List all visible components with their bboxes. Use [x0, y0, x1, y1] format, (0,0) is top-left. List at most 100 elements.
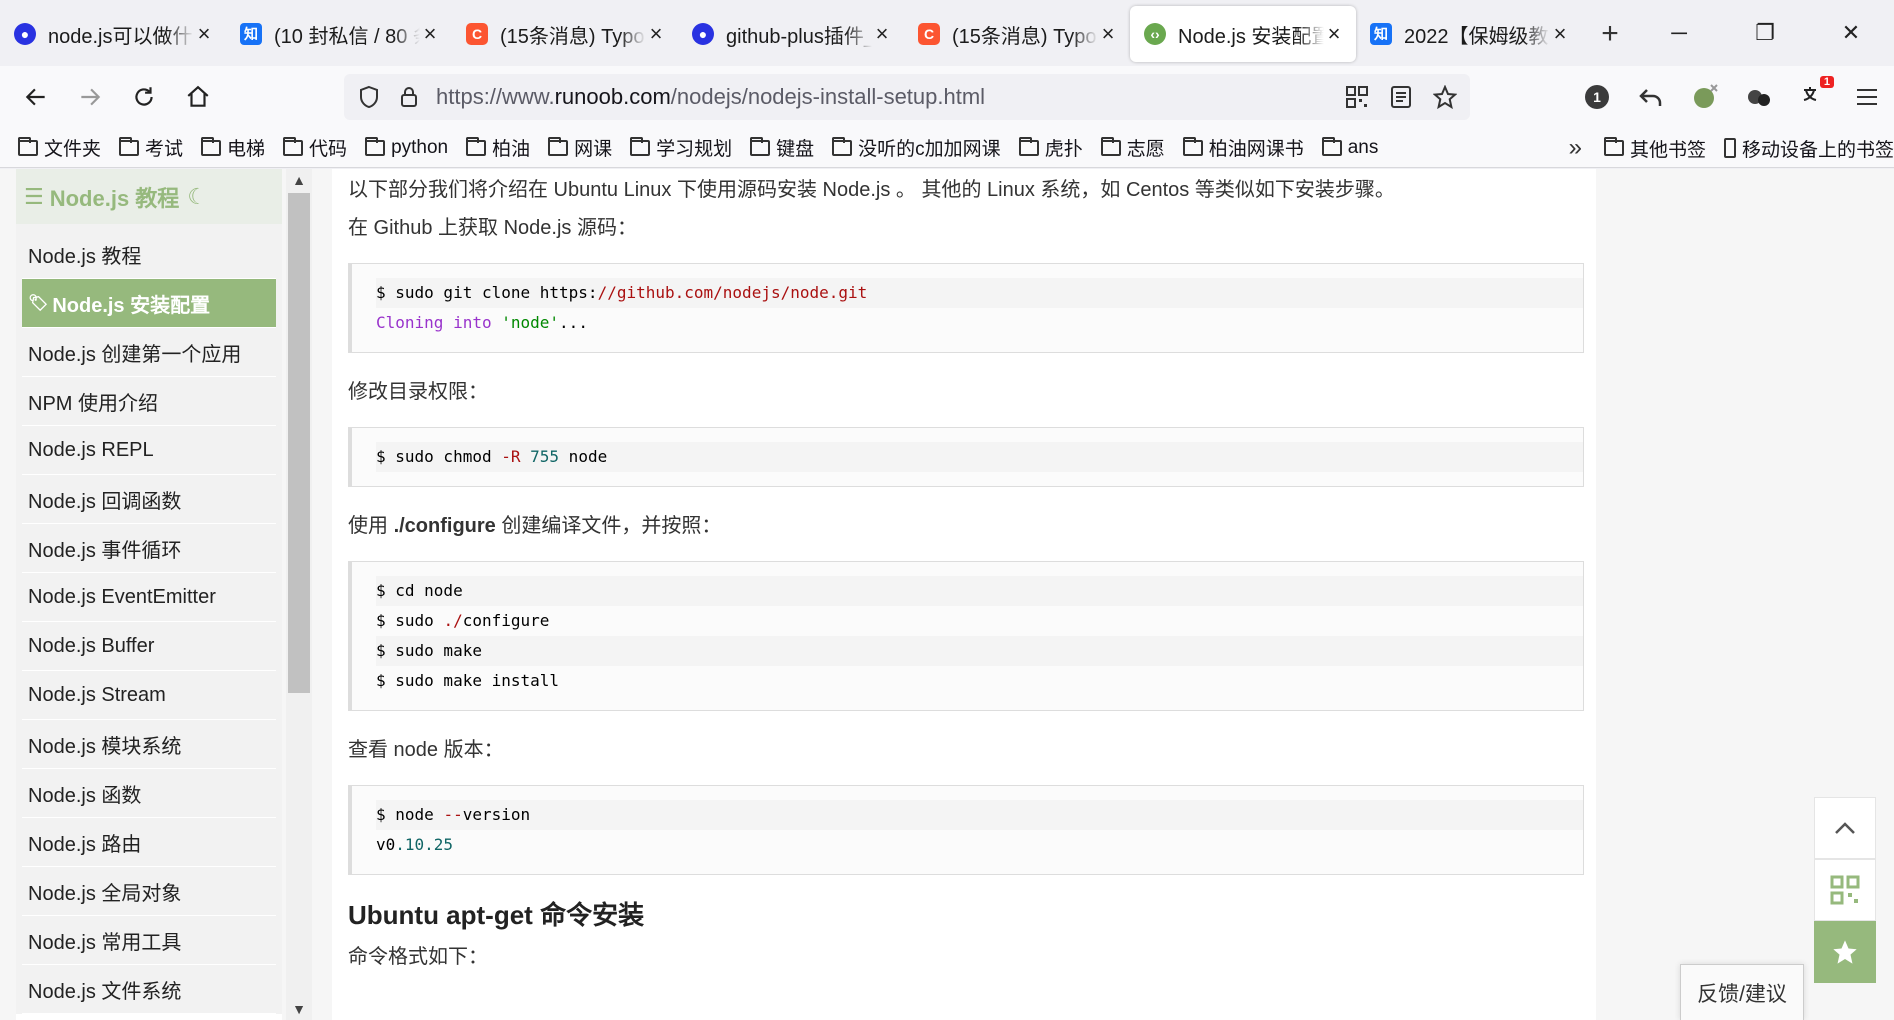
sidebar-item[interactable]: NPM 使用介绍: [22, 377, 276, 426]
bookmark-star-icon[interactable]: [1430, 82, 1460, 112]
close-tab-icon[interactable]: ×: [194, 21, 214, 47]
tab-title: Node.js 安装配置: [1178, 25, 1324, 48]
code-line: $ sudo make install: [376, 671, 560, 690]
dots-icon: [1748, 90, 1770, 106]
sidebar-item[interactable]: Node.js 教程: [22, 230, 276, 279]
tab-3[interactable]: ● github-plus插件_ ×: [678, 6, 904, 62]
favorite-button[interactable]: [1814, 921, 1876, 983]
close-tab-icon[interactable]: ×: [1098, 21, 1118, 47]
tab-1[interactable]: 知 (10 封私信 / 80 条 ×: [226, 6, 452, 62]
close-tab-icon[interactable]: ×: [646, 21, 666, 47]
bookmark-folder[interactable]: 考试: [119, 134, 183, 161]
close-tab-icon[interactable]: ×: [420, 21, 440, 47]
moon-icon[interactable]: ☾: [187, 184, 207, 210]
sidebar-item[interactable]: Node.js REPL: [22, 426, 276, 475]
scroll-up-arrow-icon[interactable]: ▲: [286, 169, 312, 191]
bookmark-folder[interactable]: 志愿: [1100, 134, 1165, 161]
qr-code-icon[interactable]: [1342, 82, 1372, 112]
extension-counter-button[interactable]: 1: [1570, 70, 1624, 124]
back-to-top-button[interactable]: [1814, 797, 1876, 859]
bookmark-folder[interactable]: 柏油网课书: [1182, 134, 1304, 161]
bookmark-label: 学习规划: [656, 139, 733, 160]
csdn-icon: C: [466, 23, 488, 45]
sidebar-item[interactable]: Node.js 回调函数: [22, 475, 276, 524]
sidebar-scrollbar[interactable]: ▲ ▼: [286, 169, 312, 1020]
folder-icon: [18, 136, 38, 156]
bookmark-folder[interactable]: 学习规划: [630, 134, 732, 161]
menu-button[interactable]: [1840, 70, 1894, 124]
scrollbar-thumb[interactable]: [288, 193, 310, 693]
home-button[interactable]: [171, 70, 225, 124]
undo-extension-button[interactable]: [1624, 70, 1678, 124]
globe-extension-button[interactable]: [1678, 70, 1732, 124]
sidebar-item-label: NPM 使用介绍: [28, 392, 158, 415]
close-window-button[interactable]: ✕: [1808, 0, 1894, 66]
tab-2[interactable]: C (15条消息) Typora ×: [452, 6, 678, 62]
bookmark-folder[interactable]: 没听的c加加网课: [832, 134, 1001, 161]
bookmark-folder[interactable]: 键盘: [750, 134, 814, 161]
bookmark-folder[interactable]: 柏油: [466, 134, 530, 161]
bookmark-label: 代码: [309, 139, 348, 160]
tab-0[interactable]: ● node.js可以做什么 ×: [0, 6, 226, 62]
qr-code-button[interactable]: [1814, 859, 1876, 921]
bookmark-label: 文件夹: [44, 139, 102, 160]
bookmark-folder[interactable]: ans: [1321, 136, 1379, 159]
tab-title: (15条消息) Typora: [952, 25, 1098, 48]
chevron-double-right-icon[interactable]: »: [1569, 134, 1582, 162]
code-number: 755: [530, 447, 560, 466]
bookmark-folder[interactable]: 虎扑: [1018, 134, 1083, 161]
bookmark-folder[interactable]: 代码: [283, 134, 347, 161]
bookmark-folder[interactable]: python: [365, 136, 448, 159]
close-tab-icon[interactable]: ×: [1324, 21, 1344, 47]
sidebar-item[interactable]: Node.js 文件系统: [22, 965, 276, 1014]
bookmark-other[interactable]: 其他书签: [1603, 135, 1706, 162]
close-tab-icon[interactable]: ×: [1550, 21, 1570, 47]
intro-text: 以下部分我们将介绍在 Ubuntu Linux 下使用源码安装 Node.js …: [348, 179, 1395, 201]
address-bar[interactable]: https://www.runoob.com/nodejs/nodejs-ins…: [344, 74, 1470, 120]
bookmark-mobile[interactable]: 移动设备上的书签: [1723, 135, 1894, 162]
bookmark-label: 电梯: [227, 139, 266, 160]
sidebar-item[interactable]: Node.js 事件循环: [22, 524, 276, 573]
bookmark-folder[interactable]: 文件夹: [18, 134, 101, 161]
sidebar-item[interactable]: Node.js 路由: [22, 818, 276, 867]
tab-6[interactable]: 知 2022【保姆级教程 ×: [1356, 6, 1582, 62]
url-text[interactable]: https://www.runoob.com/nodejs/nodejs-ins…: [436, 84, 985, 110]
bookmark-folder[interactable]: 电梯: [201, 134, 265, 161]
sidebar-item[interactable]: Node.js 全局对象: [22, 867, 276, 916]
sidebar-item[interactable]: Node.js 函数: [22, 769, 276, 818]
bookmark-label: ans: [1347, 136, 1379, 158]
minimize-button[interactable]: ─: [1636, 0, 1722, 66]
close-tab-icon[interactable]: ×: [872, 21, 892, 47]
feedback-button[interactable]: 反馈/建议: [1680, 964, 1804, 1020]
configure-command: ./configure: [393, 515, 496, 537]
reload-button[interactable]: [117, 70, 171, 124]
chevron-up-icon: [1835, 822, 1855, 834]
sidebar-item[interactable]: Node.js Stream: [22, 671, 276, 720]
back-arrow-icon: [25, 88, 45, 106]
sidebar-title: Node.js 教程: [49, 185, 180, 211]
counter-badge: 1: [1585, 85, 1609, 109]
forward-button[interactable]: [63, 70, 117, 124]
tab-4[interactable]: C (15条消息) Typora ×: [904, 6, 1130, 62]
reader-view-icon[interactable]: [1386, 82, 1416, 112]
sidebar-item[interactable]: Node.js 创建第一个应用: [22, 328, 276, 377]
sidebar-item[interactable]: Node.js Buffer: [22, 622, 276, 671]
restore-button[interactable]: ❐: [1722, 0, 1808, 66]
section-heading: Ubuntu apt-get 命令安装: [348, 900, 645, 930]
lock-icon[interactable]: [394, 86, 424, 108]
sidebar-item[interactable]: Node.js EventEmitter: [22, 573, 276, 622]
translate-extension-button[interactable]: 1: [1786, 70, 1840, 124]
dots-extension-button[interactable]: [1732, 70, 1786, 124]
back-button[interactable]: [9, 70, 63, 124]
star-icon: [1833, 940, 1857, 964]
extension-toolbar: 1 1: [1570, 66, 1894, 128]
scroll-down-arrow-icon[interactable]: ▼: [286, 998, 312, 1020]
tracking-shield-icon[interactable]: [344, 85, 394, 109]
sidebar-item[interactable]: 🏷 Node.js 安装配置: [22, 279, 276, 328]
sidebar-item[interactable]: Node.js 模块系统: [22, 720, 276, 769]
tab-5[interactable]: ‹› Node.js 安装配置 ×: [1130, 6, 1356, 62]
bookmark-folder[interactable]: 网课: [548, 134, 612, 161]
sidebar-item[interactable]: Node.js 常用工具: [22, 916, 276, 965]
new-tab-button[interactable]: +: [1582, 6, 1638, 62]
translate-badge: 1: [1819, 76, 1834, 88]
